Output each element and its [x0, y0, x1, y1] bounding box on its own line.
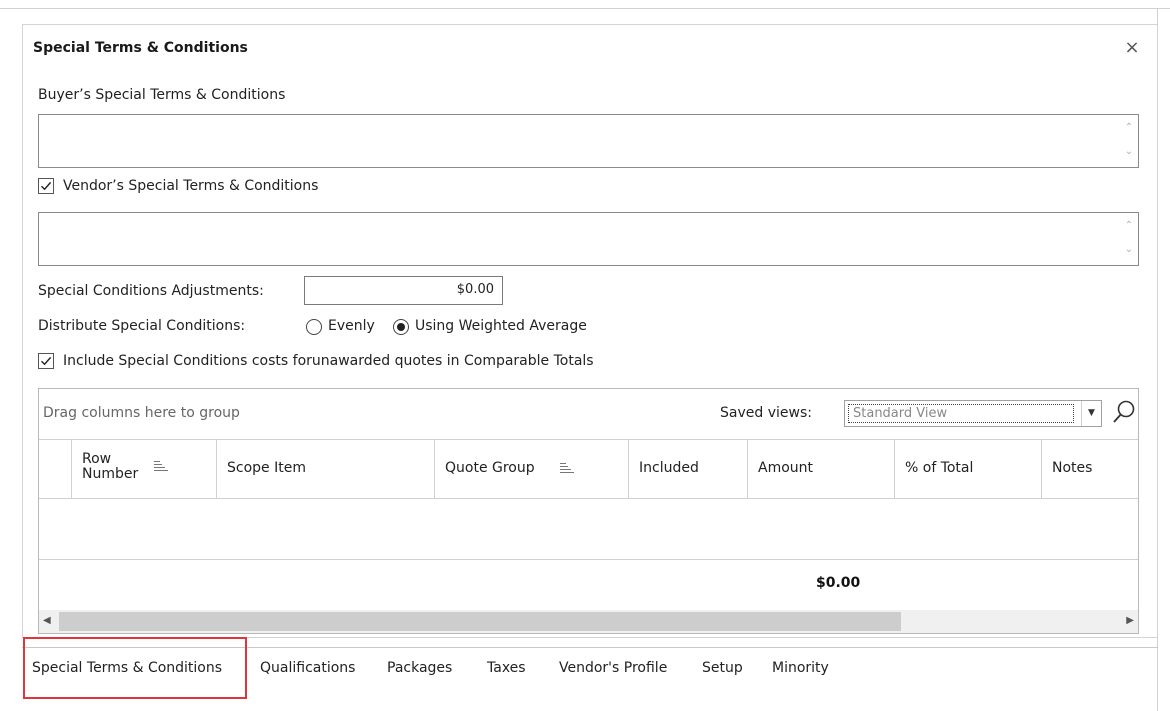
checkmark-icon: [41, 181, 52, 191]
grid-footer-divider: [39, 559, 1138, 560]
sort-icon: [154, 461, 168, 471]
distribute-weighted-label[interactable]: Using Weighted Average: [415, 318, 587, 334]
tab-packages[interactable]: Packages: [387, 660, 452, 676]
vendor-terms-scrollbar[interactable]: ⌃ ⌄: [1120, 213, 1138, 265]
distribute-evenly-radio[interactable]: [306, 319, 322, 335]
saved-views-value[interactable]: Standard View: [848, 404, 1074, 423]
scroll-left-icon[interactable]: ◀: [43, 615, 51, 626]
buyer-terms-scrollbar[interactable]: ⌃ ⌄: [1120, 115, 1138, 167]
saved-views-dropdown[interactable]: Standard View ▼: [844, 400, 1102, 427]
buyer-terms-memo[interactable]: ⌃ ⌄: [38, 114, 1139, 168]
saved-views-label: Saved views:: [720, 405, 812, 421]
tab-qualifications[interactable]: Qualifications: [260, 660, 355, 676]
grid-horizontal-scrollbar[interactable]: ◀ ▶: [39, 610, 1138, 633]
special-terms-panel: Special Terms & Conditions × Buyer’s Spe…: [22, 24, 1158, 638]
column-header-quote-group[interactable]: Quote Group: [435, 440, 629, 499]
scroll-down-icon[interactable]: ⌄: [1123, 245, 1135, 255]
special-conditions-grid: Drag columns here to group Saved views: …: [38, 388, 1139, 634]
adjustments-input[interactable]: $0.00: [304, 276, 503, 305]
vendor-terms-checkbox[interactable]: [38, 178, 54, 194]
column-header-amount[interactable]: Amount: [748, 440, 895, 499]
panel-title: Special Terms & Conditions: [33, 40, 248, 56]
include-unawarded-label: Include Special Conditions costs forunaw…: [63, 353, 594, 369]
distribute-weighted-radio[interactable]: [393, 319, 409, 335]
include-unawarded-checkbox[interactable]: [38, 353, 54, 369]
column-header-label: Row: [82, 451, 112, 467]
distribute-evenly-label[interactable]: Evenly: [328, 318, 375, 334]
distribute-label: Distribute Special Conditions:: [38, 318, 246, 334]
vendor-terms-memo[interactable]: ⌃ ⌄: [38, 212, 1139, 266]
tab-taxes[interactable]: Taxes: [487, 660, 526, 676]
search-icon[interactable]: [1111, 399, 1137, 427]
scroll-up-icon[interactable]: ⌃: [1123, 221, 1135, 231]
column-header-label: % of Total: [905, 460, 974, 476]
tab-vendors-profile[interactable]: Vendor's Profile: [559, 660, 667, 676]
close-icon[interactable]: ×: [1121, 37, 1143, 59]
chevron-down-icon[interactable]: ▼: [1081, 401, 1101, 426]
sort-icon: [560, 463, 574, 473]
adjustments-label: Special Conditions Adjustments:: [38, 283, 264, 299]
column-header-scope-item[interactable]: Scope Item: [217, 440, 435, 499]
tab-special-terms[interactable]: Special Terms & Conditions: [32, 660, 222, 676]
scrollbar-thumb[interactable]: [59, 612, 901, 631]
checkmark-icon: [41, 356, 52, 366]
scroll-down-icon[interactable]: ⌄: [1123, 147, 1135, 157]
column-header-label: Amount: [758, 460, 814, 476]
column-header-label: Included: [639, 460, 699, 476]
tab-minority[interactable]: Minority: [772, 660, 829, 676]
column-header-label: Number: [82, 466, 139, 482]
column-header-percent-of-total[interactable]: % of Total: [895, 440, 1042, 499]
scroll-up-icon[interactable]: ⌃: [1123, 123, 1135, 133]
column-header-row-number[interactable]: Row Number: [72, 440, 217, 499]
grid-toolbar: Drag columns here to group Saved views: …: [39, 389, 1138, 440]
panel-header: Special Terms & Conditions ×: [23, 25, 1157, 73]
column-header-label: Scope Item: [227, 460, 306, 476]
row-indicator-header: [39, 440, 72, 499]
column-header-notes[interactable]: Notes: [1042, 440, 1138, 499]
radio-selected-dot: [397, 323, 405, 331]
vendor-terms-label: Vendor’s Special Terms & Conditions: [63, 178, 319, 194]
window-top-border: [0, 8, 1170, 9]
column-header-included[interactable]: Included: [629, 440, 748, 499]
tab-setup[interactable]: Setup: [702, 660, 743, 676]
amount-total: $0.00: [816, 575, 861, 591]
column-header-label: Quote Group: [445, 460, 535, 476]
group-panel-hint[interactable]: Drag columns here to group: [43, 405, 240, 421]
column-header-label: Notes: [1052, 460, 1093, 476]
grid-column-headers: Row Number Scope Item Quote Group Includ…: [39, 440, 1138, 499]
buyer-terms-label: Buyer’s Special Terms & Conditions: [38, 87, 286, 103]
scroll-right-icon[interactable]: ▶: [1126, 615, 1134, 626]
